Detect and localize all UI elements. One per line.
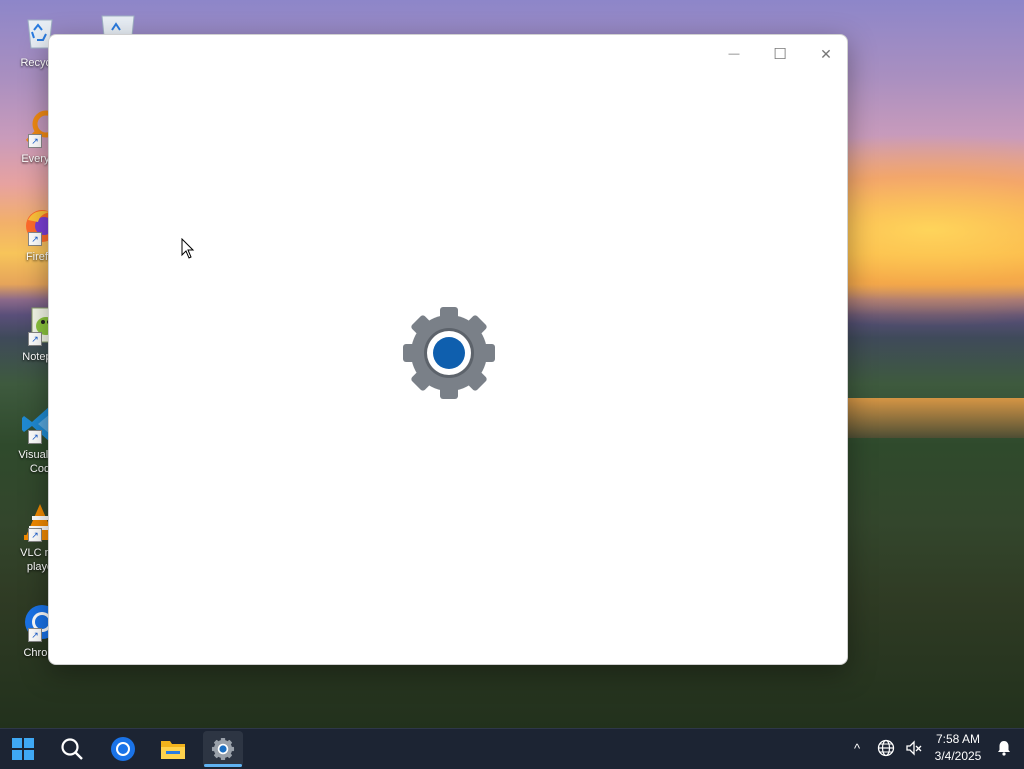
minimize-button[interactable]: —	[711, 39, 757, 69]
close-icon: ✕	[820, 45, 832, 62]
no-audio-icon	[906, 740, 922, 756]
shortcut-arrow-icon: ↗	[28, 134, 42, 148]
active-app-indicator	[204, 764, 242, 767]
taskbar-chrome-button[interactable]	[103, 731, 143, 767]
settings-window[interactable]: — ☐ ✕	[48, 34, 848, 665]
shortcut-arrow-icon: ↗	[28, 232, 42, 246]
settings-gear-icon	[211, 737, 235, 761]
volume-button[interactable]	[902, 728, 926, 768]
folder-icon	[161, 741, 185, 759]
clock-time: 7:58 AM	[935, 732, 981, 746]
maximize-button[interactable]: ☐	[757, 39, 803, 69]
shortcut-arrow-icon: ↗	[28, 628, 42, 642]
globe-network-icon	[877, 739, 895, 757]
taskbar-clock[interactable]: 7:58 AM 3/4/2025	[924, 731, 992, 765]
chrome-icon	[111, 737, 135, 761]
taskbar-settings-button[interactable]	[203, 731, 243, 767]
chevron-up-icon: ^	[853, 740, 861, 756]
taskbar	[0, 728, 1024, 769]
minimize-icon: —	[728, 48, 740, 60]
wallpaper-water	[848, 398, 1024, 438]
shortcut-arrow-icon: ↗	[28, 332, 42, 346]
taskbar-file-explorer-button[interactable]	[153, 731, 193, 767]
start-button[interactable]	[3, 731, 43, 767]
windows-start-icon	[12, 738, 34, 760]
search-button[interactable]	[52, 731, 92, 767]
shortcut-arrow-icon: ↗	[28, 528, 42, 542]
show-hidden-icons-button[interactable]: ^	[848, 728, 866, 768]
network-button[interactable]	[874, 728, 898, 768]
recycle-bin-icon[interactable]	[98, 12, 138, 37]
settings-gear-icon	[399, 303, 499, 403]
close-button[interactable]: ✕	[803, 39, 849, 69]
clock-date: 3/4/2025	[934, 749, 982, 763]
mouse-cursor-icon	[181, 237, 195, 260]
search-icon	[61, 738, 83, 760]
shortcut-arrow-icon: ↗	[28, 430, 42, 444]
notifications-button[interactable]	[992, 728, 1016, 768]
maximize-icon: ☐	[773, 46, 787, 63]
bell-icon	[998, 741, 1010, 756]
